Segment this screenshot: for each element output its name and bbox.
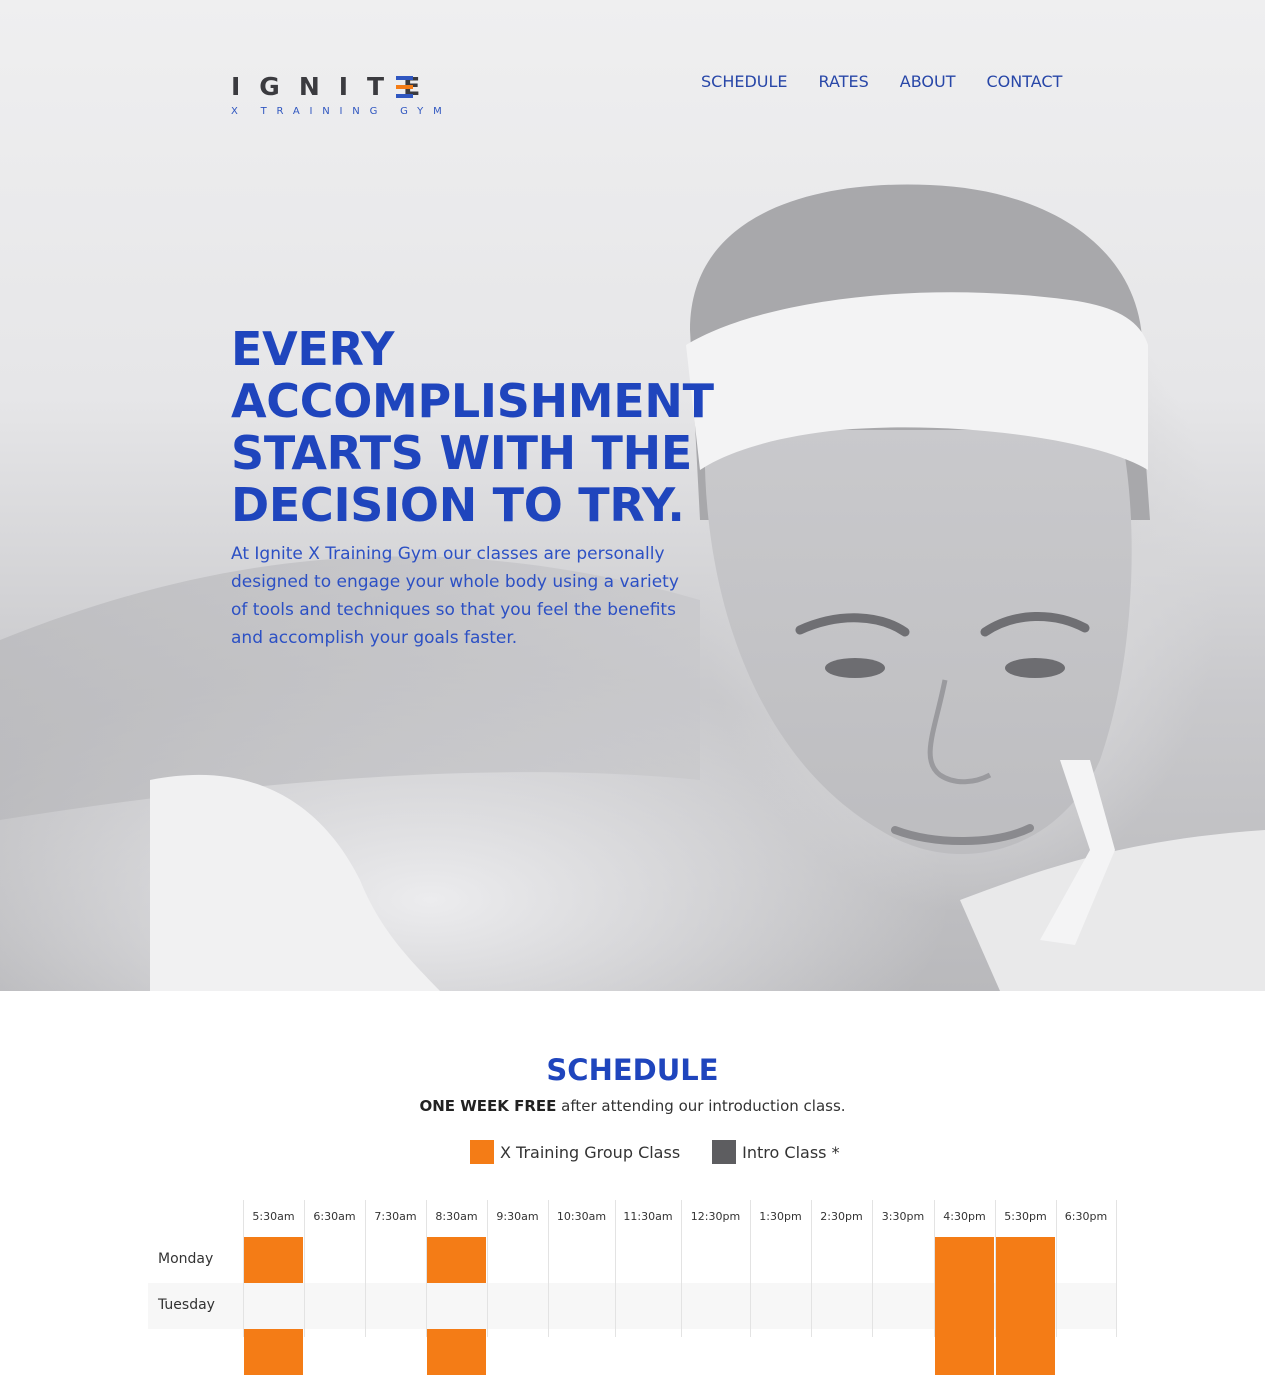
group-class-block[interactable]: [427, 1237, 486, 1283]
hero-intro-text: At Ignite X Training Gym our classes are…: [231, 544, 679, 648]
time-header: 3:30pm: [881, 1210, 925, 1223]
group-class-block[interactable]: [935, 1283, 994, 1329]
group-class-block[interactable]: [427, 1329, 486, 1375]
time-header: 5:30pm: [1004, 1210, 1047, 1223]
day-label: Tuesday: [158, 1297, 215, 1313]
grid-divider: [1116, 1200, 1117, 1337]
nav-about-link[interactable]: ABOUT: [900, 72, 956, 92]
time-header: 5:30am: [252, 1210, 295, 1223]
schedule-grid: 5:30am 6:30am 7:30am 8:30am 9:30am 10:30am 11:…: [148, 1200, 1117, 1375]
group-class-block[interactable]: [244, 1329, 303, 1375]
legend-swatch-orange: [470, 1140, 494, 1164]
time-header: 8:30am: [435, 1210, 478, 1223]
nav-contact-link[interactable]: CONTACT: [986, 72, 1062, 92]
schedule-title: SCHEDULE: [546, 1053, 719, 1087]
schedule-offer-highlight: ONE WEEK FREE: [419, 1097, 557, 1115]
time-header: 7:30am: [374, 1210, 417, 1223]
time-header: 2:30pm: [820, 1210, 863, 1223]
group-class-block[interactable]: [996, 1237, 1055, 1283]
time-header: 4:30pm: [943, 1210, 986, 1223]
nav-schedule-link[interactable]: SCHEDULE: [701, 72, 788, 92]
nav-rates-link[interactable]: RATES: [819, 72, 869, 92]
hero-headline: EVERY ACCOMPLISHMENT STARTS WITH THE DEC…: [231, 322, 714, 532]
logo-tagline: X TRAINING GYM: [231, 106, 452, 117]
legend-swatch-gray: [712, 1140, 737, 1164]
time-header: 9:30am: [496, 1210, 539, 1223]
logo-accent-bars: [396, 76, 413, 98]
group-class-block[interactable]: [996, 1283, 1055, 1329]
schedule-legend: X Training Group Class Intro Class *: [470, 1140, 872, 1164]
legend-label: Intro Class *: [742, 1142, 840, 1162]
legend-label: X Training Group Class: [500, 1142, 681, 1162]
group-class-block[interactable]: [996, 1329, 1055, 1375]
logo[interactable]: IGNITE X TRAINING GYM: [231, 72, 452, 118]
legend-group-class: X Training Group Class: [470, 1140, 680, 1164]
logo-wordmark: IGNITE: [231, 72, 440, 101]
time-header: 12:30pm: [690, 1210, 741, 1223]
time-header: 10:30am: [556, 1210, 607, 1223]
group-class-block[interactable]: [244, 1237, 303, 1283]
schedule-offer-text: after attending our introduction class.: [556, 1097, 846, 1115]
day-label: Monday: [158, 1251, 214, 1267]
group-class-block[interactable]: [935, 1329, 994, 1375]
time-header: 11:30am: [623, 1210, 673, 1223]
legend-intro-class: Intro Class *: [712, 1140, 840, 1164]
schedule-offer: ONE WEEK FREE after attending our introd…: [0, 1097, 1265, 1115]
time-header: 1:30pm: [759, 1210, 802, 1223]
main-nav: SCHEDULE RATES ABOUT CONTACT: [701, 72, 1093, 92]
hero-section: IGNITE X TRAINING GYM SCHEDULE RATES ABO…: [0, 0, 1265, 991]
time-header: 6:30am: [313, 1210, 356, 1223]
group-class-block[interactable]: [935, 1237, 994, 1283]
time-header: 6:30pm: [1064, 1210, 1108, 1223]
